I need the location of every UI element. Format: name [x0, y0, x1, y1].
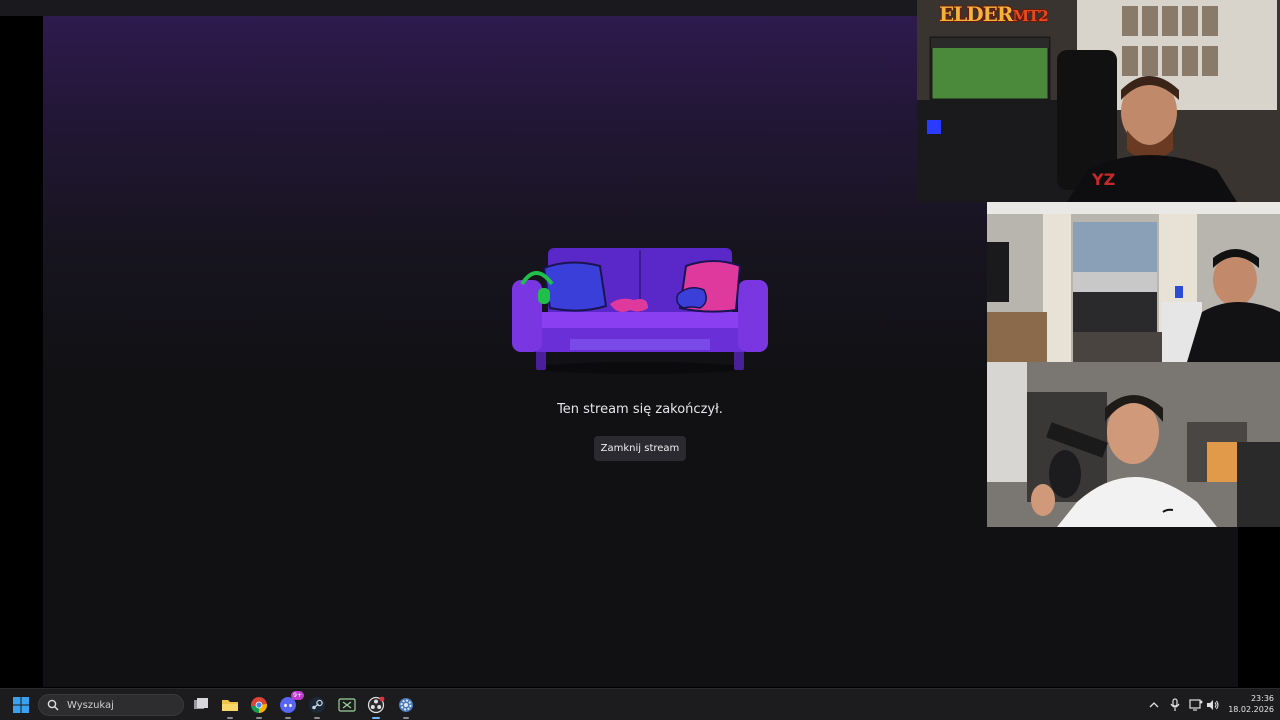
volume-tray-button[interactable]: [1205, 697, 1221, 713]
xbox-button[interactable]: [337, 695, 357, 715]
show-hidden-icons-button[interactable]: [1146, 697, 1162, 713]
top-bar: [0, 0, 917, 16]
file-explorer-button[interactable]: [220, 695, 240, 719]
chevron-up-icon: [1149, 702, 1159, 708]
running-indicator-active: [372, 717, 380, 719]
settings-button[interactable]: [396, 695, 416, 719]
running-indicator: [403, 717, 409, 719]
sofa-illustration: [512, 248, 768, 374]
right-black-strip: [1238, 527, 1280, 687]
clock-date: 18.02.2026: [1228, 705, 1274, 714]
file-explorer-icon: [222, 700, 238, 711]
search-icon: [47, 699, 59, 711]
xbox-icon: [338, 698, 356, 712]
running-indicator: [285, 717, 291, 719]
svg-text:YZ: YZ: [1091, 170, 1115, 189]
channel-logo-suffix: MT2: [1012, 7, 1049, 25]
microphone-tray-button[interactable]: [1167, 697, 1183, 713]
task-view-icon: [194, 698, 208, 709]
notification-badge: 9+: [291, 691, 304, 700]
microphone-icon: [1170, 698, 1180, 711]
webcam-2-scene: [987, 202, 1280, 362]
close-stream-button[interactable]: Zamknij stream: [594, 436, 686, 461]
chrome-icon: [251, 697, 267, 714]
windows-logo-icon: [13, 697, 29, 713]
webcam-feed-1: YZ ELDERMT2: [917, 0, 1280, 202]
steam-button[interactable]: [307, 695, 327, 719]
search-placeholder: Wyszukaj: [67, 699, 114, 711]
steam-icon: [309, 697, 325, 713]
network-icon: [1189, 699, 1203, 711]
settings-icon: [399, 698, 413, 712]
running-indicator: [256, 717, 262, 719]
stream-ended-message: Ten stream się zakończył.: [557, 402, 723, 417]
channel-logo: ELDERMT2: [939, 2, 1049, 26]
webcam-feed-3: [987, 362, 1280, 527]
channel-logo-text: ELDER: [939, 2, 1014, 26]
obs-icon: [367, 696, 385, 714]
taskbar-clock[interactable]: 23:36 18.02.2026: [1222, 693, 1274, 715]
running-indicator: [227, 717, 233, 719]
webcam-feed-2: [987, 202, 1280, 362]
obs-button[interactable]: [366, 695, 386, 719]
taskbar: Wyszukaj 9+ 23:36 18.02.2026: [0, 688, 1280, 720]
speaker-icon: [1207, 700, 1219, 710]
running-indicator: [314, 717, 320, 719]
task-view-button[interactable]: [191, 695, 211, 715]
network-tray-button[interactable]: [1188, 697, 1204, 713]
webcam-1-scene: YZ: [917, 0, 1280, 202]
chrome-button[interactable]: [249, 695, 269, 719]
taskbar-search-box[interactable]: Wyszukaj: [38, 694, 184, 716]
clock-time: 23:36: [1250, 694, 1274, 703]
screen: Ten stream się zakończył. Zamknij stream…: [0, 0, 1280, 720]
start-button[interactable]: [11, 695, 31, 715]
webcam-3-scene: [987, 362, 1280, 527]
discord-button[interactable]: 9+: [278, 691, 304, 719]
